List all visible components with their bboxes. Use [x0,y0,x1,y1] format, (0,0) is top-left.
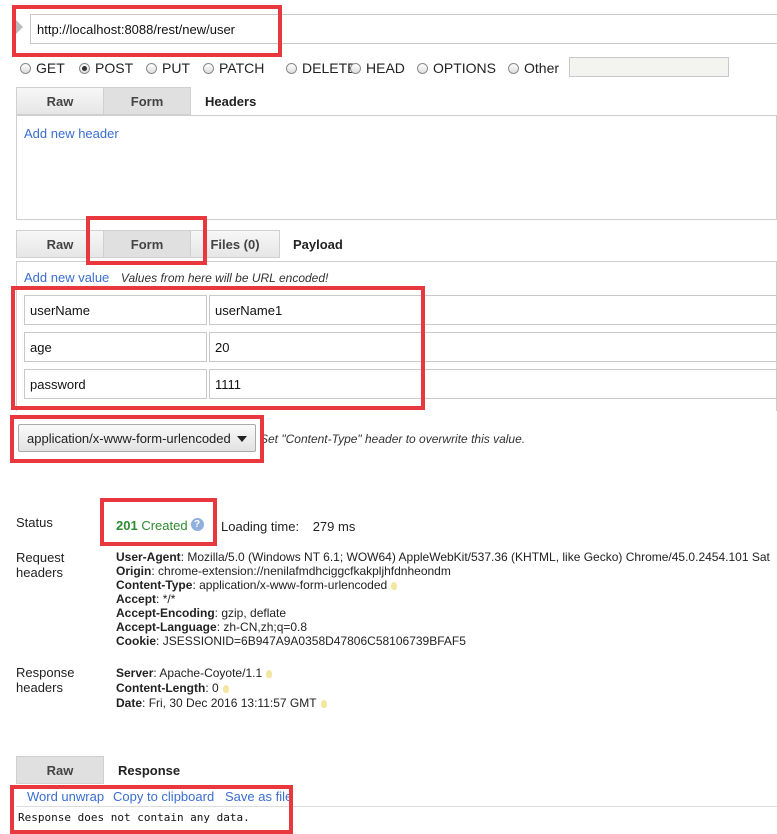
response-header-line: Date: Fri, 30 Dec 2016 13:11:57 GMT [116,696,327,710]
word-unwrap-link[interactable]: Word unwrap [27,789,104,804]
radio-icon[interactable] [350,62,361,74]
add-value-link[interactable]: Add new value [24,270,109,285]
method-patch[interactable]: PATCH [203,60,264,76]
response-body: Response does not contain any data. [16,806,777,834]
response-headers-label: Response headers [16,665,75,695]
payload-key-field[interactable]: userName [24,295,207,325]
hint-bulb-icon[interactable] [222,684,229,693]
payload-title: Payload [293,237,343,252]
radio-icon[interactable] [20,62,31,74]
method-put[interactable]: PUT [146,60,190,76]
radio-icon[interactable] [286,62,297,74]
request-header-line: Cookie: JSESSIONID=6B947A9A0358D47806C58… [116,634,466,648]
content-type-select[interactable]: application/x-www-form-urlencoded [18,424,256,452]
method-delete[interactable]: DELETE [286,60,356,76]
hint-bulb-icon[interactable] [320,699,327,708]
method-head[interactable]: HEAD [350,60,405,76]
response-tab-raw[interactable]: Raw [16,756,104,784]
request-header-line: Accept-Encoding: gzip, deflate [116,606,287,620]
headers-title: Headers [205,94,257,109]
method-get[interactable]: GET [20,60,65,76]
payload-value-field[interactable]: 1111 [209,369,777,399]
payload-tab-raw[interactable]: Raw [16,230,104,258]
payload-value-field[interactable]: 20 [209,332,777,362]
status-value: 201 Created? [116,518,204,533]
headers-tab-form[interactable]: Form [103,87,191,115]
payload-tab-files[interactable]: Files (0) [190,230,280,258]
method-post[interactable]: POST [79,60,133,76]
help-icon[interactable]: ? [190,518,204,531]
request-headers-label: Request headers [16,550,65,580]
other-method-input[interactable] [569,57,729,77]
payload-key-field[interactable]: age [24,332,207,362]
request-header-line: Accept-Language: zh-CN,zh;q=0.8 [116,620,308,634]
method-options[interactable]: OPTIONS [417,60,496,76]
dropdown-arrow-icon [237,436,247,442]
url-marker-icon [16,20,23,34]
request-header-line: Content-Type: application/x-www-form-url… [116,578,398,592]
request-header-line: Accept: */* [116,592,176,606]
payload-key-field[interactable]: password [24,369,207,399]
response-header-line: Content-Length: 0 [116,681,229,695]
payload-toolbar: Add new value Values from here will be U… [24,270,328,285]
save-as-file-link[interactable]: Save as file [225,789,292,804]
radio-icon[interactable] [203,62,214,74]
url-input[interactable]: http://localhost:8088/rest/new/user [30,14,777,44]
status-code: 201 [116,518,138,533]
status-text: Created [141,518,188,533]
url-encoded-hint: Values from here will be URL encoded! [120,271,329,285]
radio-icon[interactable] [508,62,519,74]
radio-icon[interactable] [146,62,157,74]
content-type-hint: Set "Content-Type" header to overwrite t… [260,432,526,446]
hint-bulb-icon[interactable] [266,669,273,678]
headers-panel: Add new header [16,115,777,220]
request-header-line: Origin: chrome-extension://nenilafmdhcig… [116,564,451,578]
payload-tab-form[interactable]: Form [103,230,191,258]
headers-tab-raw[interactable]: Raw [16,87,104,115]
payload-value-field[interactable]: userName1 [209,295,777,325]
status-label: Status [16,515,53,530]
loading-time: Loading time: 279 ms [221,519,356,534]
response-header-line: Server: Apache-Coyote/1.1 [116,666,273,680]
copy-to-clipboard-link[interactable]: Copy to clipboard [113,789,214,804]
request-header-line: User-Agent: Mozilla/5.0 (Windows NT 6.1;… [116,550,770,564]
radio-icon[interactable] [417,62,428,74]
add-header-link[interactable]: Add new header [24,126,119,141]
radio-selected-icon[interactable] [79,62,90,74]
method-other[interactable]: Other [508,60,559,76]
hint-bulb-icon[interactable] [391,581,398,590]
response-title: Response [118,763,181,778]
response-toolbar: Word unwrap Copy to clipboard Save as fi… [16,788,777,806]
